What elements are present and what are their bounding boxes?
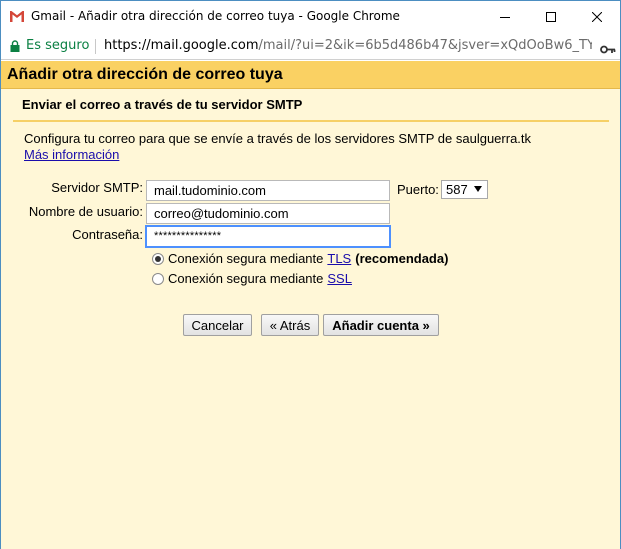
- add-account-button[interactable]: Añadir cuenta »: [323, 314, 439, 336]
- password-label: Contraseña:: [72, 227, 143, 242]
- more-info-link[interactable]: Más información: [24, 147, 119, 162]
- tls-radio[interactable]: [152, 252, 164, 265]
- port-label: Puerto:: [397, 182, 439, 197]
- key-icon[interactable]: [600, 42, 616, 54]
- tls-link[interactable]: TLS: [327, 251, 351, 266]
- username-input[interactable]: correo@tudominio.com: [146, 203, 390, 224]
- section-title: Enviar el correo a través de tu servidor…: [22, 97, 303, 112]
- back-button[interactable]: « Atrás: [261, 314, 319, 336]
- tls-option[interactable]: Conexión segura mediante TLS (recomendad…: [152, 251, 448, 266]
- section-divider: [13, 120, 609, 122]
- port-value: 587: [446, 182, 468, 197]
- minimize-icon: [500, 17, 510, 18]
- address-separator: [95, 39, 96, 54]
- chrome-popup-window: Gmail - Añadir otra dirección de correo …: [0, 0, 621, 549]
- ssl-radio[interactable]: [152, 272, 164, 285]
- tls-recommended-label: (recomendada): [355, 251, 449, 266]
- smtp-server-label: Servidor SMTP:: [51, 180, 143, 195]
- cancel-button[interactable]: Cancelar: [183, 314, 252, 336]
- port-select[interactable]: 587: [441, 180, 488, 199]
- minimize-button[interactable]: [482, 1, 528, 33]
- ssl-option-label: Conexión segura mediante: [168, 271, 324, 286]
- secure-label[interactable]: Es seguro: [26, 38, 89, 53]
- chevron-down-icon: [474, 186, 482, 192]
- gmail-icon: [9, 10, 25, 23]
- ssl-option[interactable]: Conexión segura mediante SSL: [152, 271, 352, 286]
- lock-icon: [10, 40, 20, 52]
- window-title: Gmail - Añadir otra dirección de correo …: [31, 9, 400, 23]
- maximize-button[interactable]: [528, 1, 574, 33]
- tls-option-label: Conexión segura mediante: [168, 251, 324, 266]
- url-path: /mail/?ui=2&ik=6b5d486b47&jsver=xQdOoBw6…: [258, 38, 592, 53]
- password-input[interactable]: ***************: [146, 226, 390, 247]
- description-text: Configura tu correo para que se envíe a …: [24, 131, 532, 146]
- close-icon: [592, 12, 602, 22]
- url-host: https://mail.google.com: [104, 38, 259, 53]
- dialog-header: Añadir otra dirección de correo tuya: [1, 61, 620, 89]
- title-bar: Gmail - Añadir otra dirección de correo …: [1, 1, 620, 33]
- dialog-body: Enviar el correo a través de tu servidor…: [1, 89, 620, 549]
- username-label: Nombre de usuario:: [28, 204, 143, 219]
- address-bar: Es seguro https://mail.google.com/mail/?…: [1, 33, 620, 60]
- ssl-link[interactable]: SSL: [327, 271, 352, 286]
- close-button[interactable]: [574, 1, 620, 33]
- maximize-icon: [546, 12, 556, 22]
- dialog-title: Añadir otra dirección de correo tuya: [7, 66, 283, 83]
- url-text[interactable]: https://mail.google.com/mail/?ui=2&ik=6b…: [104, 38, 592, 53]
- smtp-server-input[interactable]: mail.tudominio.com: [146, 180, 390, 201]
